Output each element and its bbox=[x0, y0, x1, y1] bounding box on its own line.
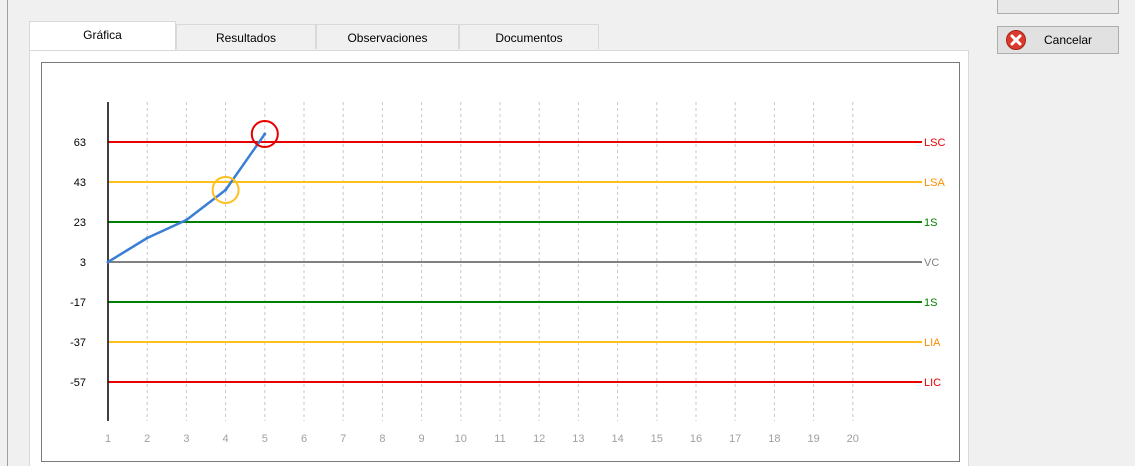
reference-label-1s-2: 1S bbox=[924, 217, 937, 229]
x-tick-label-5: 5 bbox=[262, 433, 268, 445]
data-point-2 bbox=[145, 236, 149, 240]
cancel-button-label: Cancelar bbox=[1044, 33, 1093, 47]
x-tick-label-10: 10 bbox=[455, 433, 467, 445]
top-partial-button[interactable] bbox=[997, 0, 1119, 14]
x-tick-label-3: 3 bbox=[183, 433, 189, 445]
y-tick-label-23: 23 bbox=[74, 217, 86, 229]
x-tick-label-8: 8 bbox=[379, 433, 385, 445]
y-tick-label-63: 63 bbox=[74, 137, 86, 149]
x-tick-label-6: 6 bbox=[301, 433, 307, 445]
x-tick-label-18: 18 bbox=[768, 433, 780, 445]
cancel-icon bbox=[1006, 30, 1026, 50]
chart-canvas: 1 2 3 4 5 6 7 8 9 10 11 12 13 14 15 16 17 18 19 20LSCLSA1SV… bbox=[70, 102, 945, 445]
x-tick-label-20: 20 bbox=[847, 433, 859, 445]
data-point-5 bbox=[263, 132, 267, 136]
y-tick-label--37: -37 bbox=[70, 337, 86, 349]
x-tick-label-15: 15 bbox=[651, 433, 663, 445]
reference-label-vc-3: VC bbox=[924, 257, 939, 269]
x-tick-label-2: 2 bbox=[144, 433, 150, 445]
tab-documentos[interactable]: Documentos bbox=[459, 24, 599, 49]
data-point-4 bbox=[224, 188, 228, 192]
y-tick-label--17: -17 bbox=[70, 297, 86, 309]
y-tick-label-3: 3 bbox=[80, 257, 86, 269]
data-point-1 bbox=[106, 260, 110, 264]
x-tick-label-12: 12 bbox=[533, 433, 545, 445]
x-tick-label-11: 11 bbox=[494, 433, 505, 445]
y-tick-label--57: -57 bbox=[70, 377, 86, 389]
data-point-3 bbox=[184, 218, 188, 222]
x-tick-label-9: 9 bbox=[419, 433, 425, 445]
control-chart: 1 2 3 4 5 6 7 8 9 10 11 12 13 14 15 16 17 18 19 20 LSC LSA 1S V… bbox=[41, 62, 960, 462]
x-tick-label-19: 19 bbox=[807, 433, 819, 445]
reference-label-1s-4: 1S bbox=[924, 297, 937, 309]
x-tick-label-7: 7 bbox=[340, 433, 346, 445]
reference-label-lic-6: LIC bbox=[924, 377, 941, 389]
tab-resultados[interactable]: Resultados bbox=[176, 24, 316, 49]
window-left-border bbox=[7, 0, 8, 466]
reference-label-lsa-1: LSA bbox=[924, 177, 945, 189]
reference-label-lsc-0: LSC bbox=[924, 137, 945, 149]
x-tick-label-4: 4 bbox=[223, 433, 229, 445]
x-tick-label-16: 16 bbox=[690, 433, 702, 445]
x-tick-label-1: 1 bbox=[105, 433, 111, 445]
x-tick-label-14: 14 bbox=[611, 433, 623, 445]
cancel-button[interactable]: Cancelar bbox=[997, 26, 1119, 54]
tab-observaciones[interactable]: Observaciones bbox=[316, 24, 459, 49]
x-tick-label-17: 17 bbox=[729, 433, 741, 445]
x-tick-label-13: 13 bbox=[572, 433, 584, 445]
y-tick-label-43: 43 bbox=[74, 177, 86, 189]
reference-label-lia-5: LIA bbox=[924, 337, 941, 349]
tab-grafica[interactable]: Gráfica bbox=[29, 21, 176, 50]
